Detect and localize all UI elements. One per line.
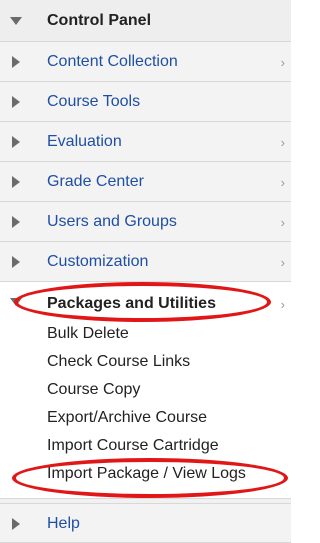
menu-item-packages-and-utilities[interactable]: Packages and Utilities › [0,282,291,322]
collapse-triangle-icon [10,298,22,306]
menu-item-label: Customization [47,253,149,270]
chevron-right-icon: › [280,55,285,70]
expand-triangle-icon [12,518,20,530]
control-panel-menu: Control Panel Content Collection › Cours… [0,0,291,543]
submenu-item-import-course-cartridge[interactable]: Import Course Cartridge [47,437,219,455]
collapse-triangle-icon [10,17,22,25]
menu-item-label: Users and Groups [47,213,177,230]
menu-item-customization[interactable]: Customization › [0,242,291,282]
chevron-right-icon: › [280,175,285,190]
menu-item-evaluation[interactable]: Evaluation › [0,122,291,162]
menu-item-label: Packages and Utilities [47,295,216,312]
control-panel-header[interactable]: Control Panel [0,0,291,42]
menu-item-label: Content Collection [47,53,178,70]
menu-item-help[interactable]: Help [0,503,291,543]
menu-item-grade-center[interactable]: Grade Center › [0,162,291,202]
menu-item-course-tools[interactable]: Course Tools [0,82,291,122]
submenu-item-export-archive-course[interactable]: Export/Archive Course [47,409,207,427]
menu-item-label: Course Tools [47,93,141,110]
chevron-right-icon: › [280,255,285,270]
menu-item-label: Grade Center [47,173,144,190]
chevron-right-icon: › [280,135,285,150]
expand-triangle-icon [12,176,20,188]
chevron-right-icon: › [280,297,285,312]
menu-item-content-collection[interactable]: Content Collection › [0,42,291,82]
expand-triangle-icon [12,136,20,148]
control-panel-title: Control Panel [47,12,152,29]
expand-triangle-icon [12,256,20,268]
menu-item-users-and-groups[interactable]: Users and Groups › [0,202,291,242]
chevron-right-icon: › [280,215,285,230]
expand-triangle-icon [12,216,20,228]
expand-triangle-icon [12,96,20,108]
menu-item-label: Evaluation [47,133,122,150]
submenu-item-check-course-links[interactable]: Check Course Links [47,353,190,371]
submenu-item-import-package-view-logs[interactable]: Import Package / View Logs [47,465,246,483]
submenu-item-bulk-delete[interactable]: Bulk Delete [47,325,129,343]
menu-item-label: Help [47,515,80,532]
expand-triangle-icon [12,56,20,68]
submenu-item-course-copy[interactable]: Course Copy [47,381,140,399]
